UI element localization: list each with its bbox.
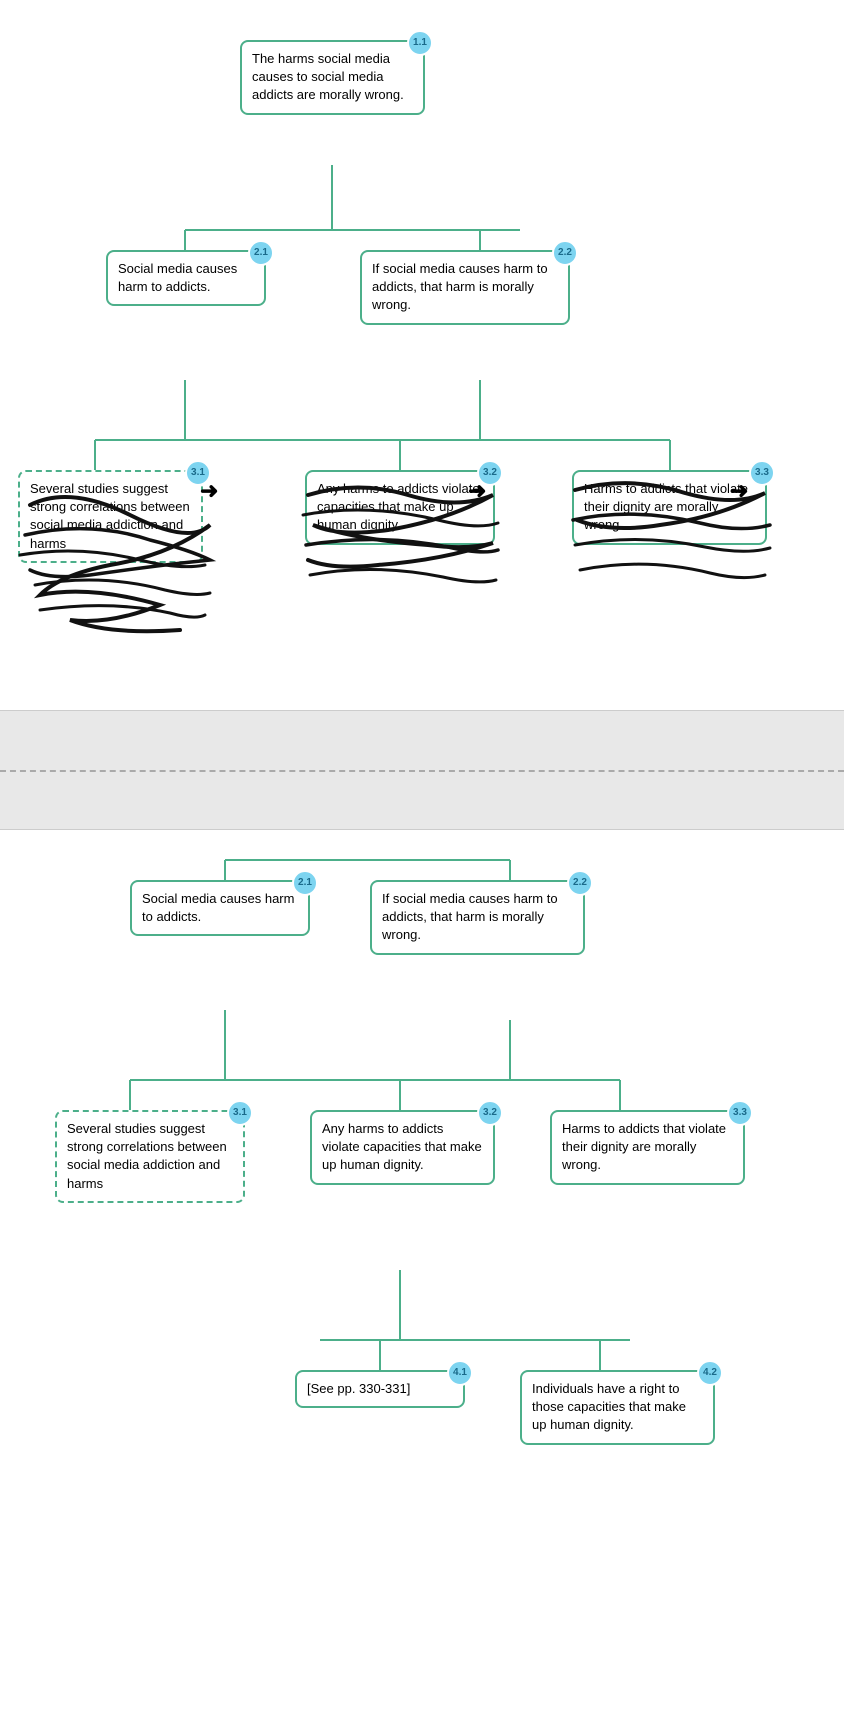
node-3-1-bottom[interactable]: 3.1 Several studies suggest strong corre… [55, 1110, 245, 1203]
node-3-1-bottom-text: Several studies suggest strong correlati… [67, 1121, 227, 1191]
arrow-3-3-top: ➜ [730, 478, 748, 504]
node-2-2-top-text: If social media causes harm to addicts, … [372, 261, 548, 312]
badge-2-1-bottom: 2.1 [292, 870, 318, 896]
node-4-1-bottom-text: [See pp. 330-331] [307, 1381, 410, 1396]
badge-3-3-top: 3.3 [749, 460, 775, 486]
node-3-2-top-text: Any harms to addicts violate capacities … [317, 481, 480, 532]
node-3-2-bottom-text: Any harms to addicts violate capacities … [322, 1121, 482, 1172]
node-4-1-bottom[interactable]: 4.1 [See pp. 330-331] [295, 1370, 465, 1408]
node-2-2-bottom-text: If social media causes harm to addicts, … [382, 891, 558, 942]
badge-3-2-top: 3.2 [477, 460, 503, 486]
node-2-1-bottom[interactable]: 2.1 Social media causes harm to addicts. [130, 880, 310, 936]
badge-4-1-bottom: 4.1 [447, 1360, 473, 1386]
badge-4-2-bottom: 4.2 [697, 1360, 723, 1386]
top-connectors [10, 20, 834, 680]
badge-2-2-bottom: 2.2 [567, 870, 593, 896]
node-3-3-top-text: Harms to addicts that violate their dign… [584, 481, 748, 532]
divider-section [0, 710, 844, 830]
badge-3-1-top: 3.1 [185, 460, 211, 486]
node-2-1-top-text: Social media causes harm to addicts. [118, 261, 237, 294]
bottom-tree-container: 2.1 Social media causes harm to addicts.… [10, 850, 834, 1670]
top-tree-container: 1.1 The harms social media causes to soc… [10, 20, 834, 680]
node-2-1-bottom-text: Social media causes harm to addicts. [142, 891, 294, 924]
bottom-connectors [10, 850, 834, 1670]
node-4-2-bottom[interactable]: 4.2 Individuals have a right to those ca… [520, 1370, 715, 1445]
badge-3-2-bottom: 3.2 [477, 1100, 503, 1126]
node-2-1-top[interactable]: 2.1 Social media causes harm to addicts. [106, 250, 266, 306]
badge-2-2-top: 2.2 [552, 240, 578, 266]
node-3-3-bottom[interactable]: 3.3 Harms to addicts that violate their … [550, 1110, 745, 1185]
node-1-1[interactable]: 1.1 The harms social media causes to soc… [240, 40, 425, 115]
badge-1-1: 1.1 [407, 30, 433, 56]
node-1-1-text: The harms social media causes to social … [252, 51, 404, 102]
node-4-2-bottom-text: Individuals have a right to those capaci… [532, 1381, 686, 1432]
node-3-1-top[interactable]: 3.1 Several studies suggest strong corre… [18, 470, 203, 563]
node-3-2-top[interactable]: 3.2 Any harms to addicts violate capacit… [305, 470, 495, 545]
node-2-2-bottom[interactable]: 2.2 If social media causes harm to addic… [370, 880, 585, 955]
node-2-2-top[interactable]: 2.2 If social media causes harm to addic… [360, 250, 570, 325]
badge-2-1-top: 2.1 [248, 240, 274, 266]
node-3-3-bottom-text: Harms to addicts that violate their dign… [562, 1121, 726, 1172]
node-3-1-top-text: Several studies suggest strong correlati… [30, 481, 190, 551]
bottom-section: 2.1 Social media causes harm to addicts.… [0, 830, 844, 1710]
node-3-2-bottom[interactable]: 3.2 Any harms to addicts violate capacit… [310, 1110, 495, 1185]
badge-3-1-bottom: 3.1 [227, 1100, 253, 1126]
badge-3-3-bottom: 3.3 [727, 1100, 753, 1126]
dashed-divider [0, 770, 844, 772]
top-section: 1.1 The harms social media causes to soc… [0, 0, 844, 710]
